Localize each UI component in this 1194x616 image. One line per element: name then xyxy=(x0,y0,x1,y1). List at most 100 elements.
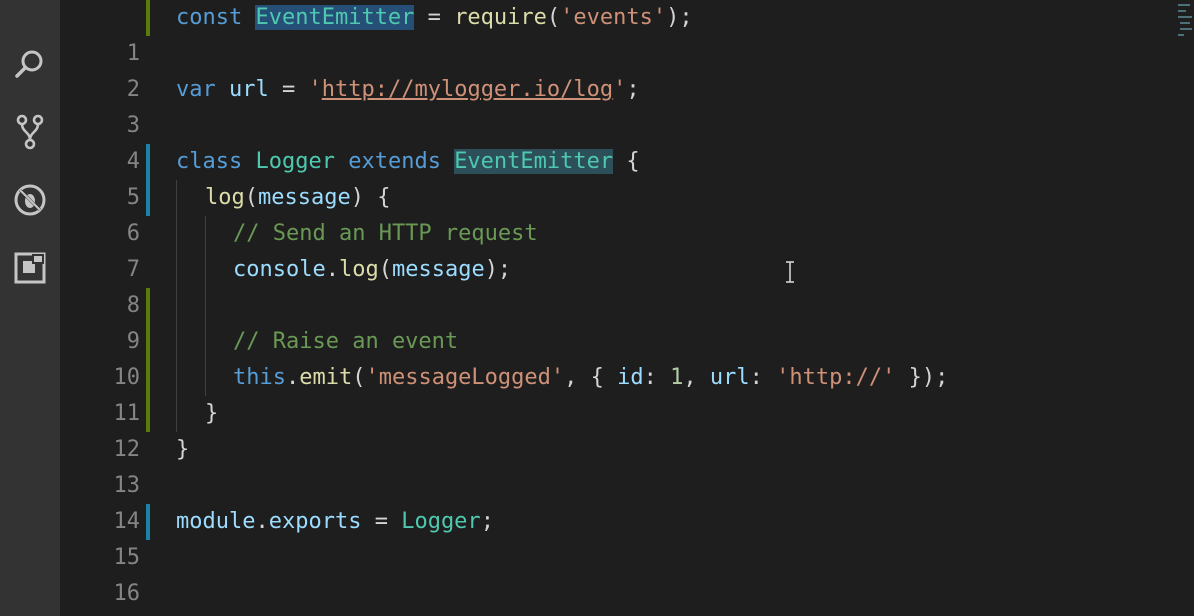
vscode-window: 1 const EventEmitter = require('events')… xyxy=(0,0,1194,616)
git-modified-marker xyxy=(146,180,150,216)
punctuation-token: ( xyxy=(378,257,392,282)
function-token: log xyxy=(338,257,379,282)
function-token: emit xyxy=(299,365,353,390)
punctuation-token: ) { xyxy=(350,185,391,210)
variable-token: message xyxy=(258,185,351,210)
punctuation-token: { xyxy=(613,149,640,174)
keyword-token: this xyxy=(233,365,286,390)
url-link[interactable]: http://mylogger.io/log xyxy=(322,77,613,102)
variable-token: module xyxy=(176,509,256,534)
keyword-token: class xyxy=(176,149,243,174)
string-token: 'http://' xyxy=(776,365,896,390)
git-added-marker xyxy=(146,288,150,324)
indent-guide xyxy=(176,396,177,432)
indent-guide xyxy=(205,288,206,324)
indent-guide xyxy=(176,360,177,396)
punctuation-token: . xyxy=(325,257,339,282)
code-line[interactable]: 8 console.log(message); xyxy=(60,252,1194,318)
code-line[interactable]: 7 // Send an HTTP request xyxy=(60,216,1194,282)
line-number: 16 xyxy=(113,581,141,606)
code-text: const EventEmitter = require('events'); xyxy=(176,0,693,36)
punctuation-token: ); xyxy=(484,257,512,282)
brace-token: } xyxy=(176,437,190,462)
variable-token: url xyxy=(229,77,269,102)
indent-guide xyxy=(176,324,177,360)
comment-token: // Raise an event xyxy=(233,329,459,354)
keyword-token: var xyxy=(176,77,216,102)
code-text: this.emit('messageLogged', { id: 1, url:… xyxy=(233,360,948,396)
punctuation-token: , { xyxy=(564,365,618,390)
git-modified-marker xyxy=(146,144,150,180)
code-line[interactable]: 12 } xyxy=(60,396,1194,462)
punctuation-token: ); xyxy=(666,5,693,30)
code-line[interactable]: 14 xyxy=(60,468,1194,534)
code-text: class Logger extends EventEmitter { xyxy=(176,144,640,180)
punctuation-token: . xyxy=(285,365,300,390)
property-key-token: id xyxy=(617,365,644,390)
text-cursor-icon xyxy=(786,261,794,283)
code-line[interactable]: 15 module.exports = Logger; xyxy=(60,504,1194,570)
operator-token: = xyxy=(361,509,402,534)
function-token: require xyxy=(454,5,547,30)
function-token: log xyxy=(205,185,245,210)
code-line[interactable]: 5 class Logger extends EventEmitter { xyxy=(60,144,1194,210)
code-line[interactable]: 4 xyxy=(60,108,1194,174)
code-line[interactable]: 3 var url = 'http://mylogger.io/log'; xyxy=(60,72,1194,138)
keyword-token: const xyxy=(176,5,243,30)
punctuation-token: }); xyxy=(895,365,949,390)
code-line[interactable]: 9 xyxy=(60,288,1194,354)
code-editor[interactable]: 1 const EventEmitter = require('events')… xyxy=(60,0,1194,616)
indent-guide xyxy=(205,360,206,396)
code-text: var url = 'http://mylogger.io/log'; xyxy=(176,72,640,108)
punctuation-token: , xyxy=(683,365,710,390)
git-modified-marker xyxy=(146,504,150,540)
property-key-token: url xyxy=(709,365,750,390)
code-line[interactable]: 6 log(message) { xyxy=(60,180,1194,246)
code-text: module.exports = Logger; xyxy=(176,504,494,540)
variable-token: message xyxy=(391,257,485,282)
class-token: Logger xyxy=(401,509,481,534)
punctuation-token: ( xyxy=(244,185,258,210)
indent-guide xyxy=(176,252,177,288)
punctuation-token: ; xyxy=(626,77,640,102)
indent-guide xyxy=(205,324,206,360)
git-added-marker xyxy=(146,396,150,432)
indent-guide xyxy=(176,216,177,252)
operator-token: = xyxy=(268,77,309,102)
code-line[interactable]: 13 } xyxy=(60,432,1194,498)
punctuation-token: ( xyxy=(352,365,366,390)
code-text: } xyxy=(205,396,218,432)
extensions-icon[interactable] xyxy=(0,234,60,302)
code-line[interactable]: 16 xyxy=(60,540,1194,606)
variable-token: console xyxy=(233,257,326,282)
code-text: // Send an HTTP request xyxy=(233,216,538,252)
operator-token: = xyxy=(414,5,455,30)
indent-guide xyxy=(205,252,206,288)
code-line[interactable]: 2 xyxy=(60,36,1194,102)
code-text: } xyxy=(176,432,189,468)
indent-guide xyxy=(205,216,206,252)
punctuation-token: ; xyxy=(480,509,494,534)
string-token: 'messageLogged' xyxy=(365,365,565,390)
class-token: Logger xyxy=(255,149,335,174)
class-token-highlighted: EventEmitter xyxy=(454,149,614,174)
activity-bar xyxy=(0,0,60,616)
search-icon[interactable] xyxy=(0,30,60,98)
punctuation-token: . xyxy=(255,509,269,534)
minimap[interactable] xyxy=(1176,0,1194,40)
indent-guide xyxy=(176,180,177,216)
code-line[interactable]: 11 this.emit('messageLogged', { id: 1, u… xyxy=(60,360,1194,426)
code-line[interactable]: 1 const EventEmitter = require('events')… xyxy=(60,0,1194,66)
code-text: log(message) { xyxy=(205,180,390,216)
string-token: 'events' xyxy=(560,5,667,30)
class-token-selected: EventEmitter xyxy=(255,5,415,30)
punctuation-token: ( xyxy=(546,5,561,30)
code-line[interactable]: 10 // Raise an event xyxy=(60,324,1194,390)
code-text: // Raise an event xyxy=(233,324,458,360)
source-control-icon[interactable] xyxy=(0,98,60,166)
quote-token: ' xyxy=(613,77,627,102)
number-token: 1 xyxy=(670,365,684,390)
punctuation-token: : xyxy=(749,365,777,390)
property-token: exports xyxy=(268,509,362,534)
debug-icon[interactable] xyxy=(0,166,60,234)
